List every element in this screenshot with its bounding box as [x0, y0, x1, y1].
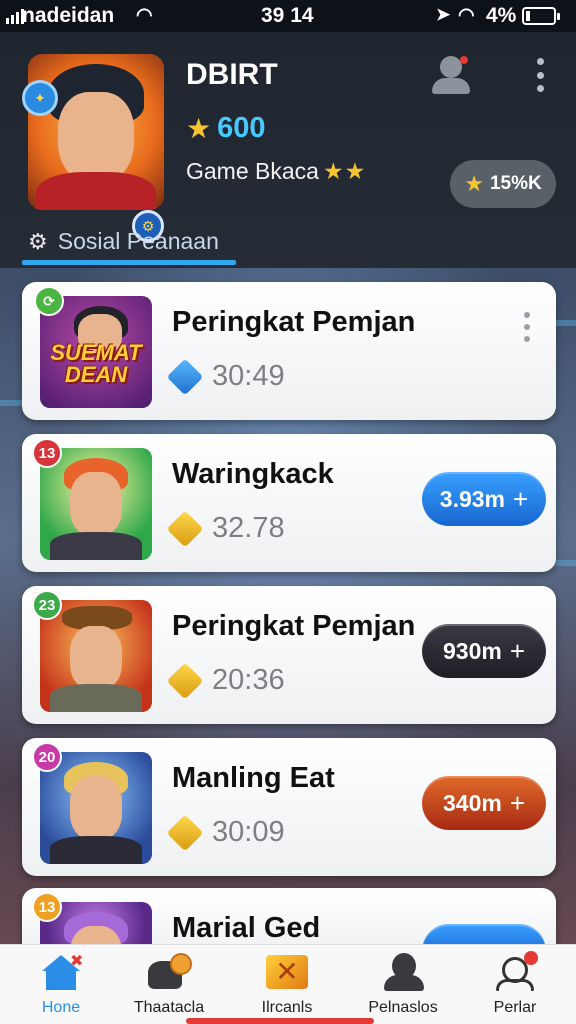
boost-button[interactable]: ★ 15%K	[450, 160, 556, 208]
battle-icon	[146, 951, 192, 993]
nav-label: Hone	[41, 999, 81, 1016]
item-meta: 20:36	[166, 662, 285, 699]
trophy-icon: ✕	[264, 951, 310, 993]
friends-icon[interactable]	[432, 56, 470, 96]
rank-badge: 20	[32, 742, 62, 772]
nav-label: Perlar	[493, 999, 537, 1016]
item-meta: 30:09	[166, 814, 285, 851]
username: DBIRT	[186, 58, 278, 91]
plus-icon: +	[513, 483, 529, 514]
tab-indicator	[22, 260, 236, 265]
star-icon: ★	[464, 171, 484, 196]
home-indicator	[186, 1018, 374, 1024]
button-label: 930m	[442, 637, 502, 664]
gear-icon: ⚙	[28, 228, 48, 254]
thumbnail-title: SUEMAT DEAN	[50, 340, 142, 387]
level-badge-icon: ✦	[22, 80, 58, 116]
game-thumbnail	[40, 752, 152, 864]
rank-stars-icon: ★★	[322, 158, 367, 184]
item-title: Peringkat Pemjan	[172, 610, 416, 642]
plus-icon: +	[509, 787, 525, 818]
wifi-icon: ◠	[458, 5, 475, 26]
join-button[interactable]: 930m +	[422, 624, 546, 678]
rank-badge: 23	[32, 590, 62, 620]
item-value: 30:49	[212, 360, 285, 392]
item-title: Peringkat Pemjan	[172, 306, 416, 338]
chat-icon: ⟳	[34, 286, 64, 316]
item-title: Waringkack	[172, 458, 334, 490]
star-icon: ★	[186, 113, 212, 144]
coin-balance: ★ 600	[186, 112, 266, 145]
coin-value: 600	[217, 112, 266, 144]
boost-value: 15%K	[489, 173, 542, 194]
item-value: 20:36	[212, 664, 285, 696]
list-item[interactable]: 23 Peringkat Pemjan 20:36 930m +	[22, 586, 556, 724]
coin-icon	[166, 510, 204, 547]
game-thumbnail	[40, 448, 152, 560]
status-bar: nadeidan ◠ 39 14 ➤ ◠ 4%	[0, 0, 576, 32]
list-item[interactable]: SUEMAT DEAN ⟳ Peringkat Pemjan 30:49	[22, 282, 556, 420]
nav-home[interactable]: ✖ Hone	[6, 951, 116, 1017]
rank-badge: 13	[32, 892, 62, 922]
item-title: Manling Eat	[172, 762, 335, 794]
nav-battle[interactable]: Thaatacla	[114, 951, 224, 1017]
item-menu-icon[interactable]	[522, 312, 532, 342]
item-value: 30:09	[212, 816, 285, 848]
nav-label: Thaatacla	[133, 999, 205, 1016]
battery-percent: 4%	[486, 4, 517, 27]
tab-label: Sosial Peanaan	[57, 228, 219, 254]
nav-label: Ilrcanls	[261, 999, 313, 1016]
battery-icon	[522, 7, 560, 25]
nav-tournaments[interactable]: ✕ Ilrcanls	[232, 951, 342, 1017]
profile-icon	[380, 951, 426, 993]
wifi-icon: ◠	[136, 5, 153, 26]
player-icon	[492, 951, 538, 993]
nav-personal[interactable]: Pelnaslos	[348, 951, 458, 1017]
item-meta: 30:49	[166, 358, 285, 395]
rank-label: Game Bkaca ★★	[186, 158, 366, 185]
join-button[interactable]: 340m +	[422, 776, 546, 830]
nav-player[interactable]: Perlar	[460, 951, 570, 1017]
clock: 39 14	[261, 4, 314, 27]
nav-label: Pelnaslos	[368, 999, 438, 1016]
avatar[interactable]	[28, 54, 164, 210]
button-label: 3.93m	[439, 485, 506, 512]
profile-header: ✦ ⚙ DBIRT ★ 600 Game Bkaca ★★ ★ 15%K ⚙ S…	[0, 32, 576, 268]
item-value: 32.78	[212, 512, 285, 544]
button-label: 340m	[442, 789, 502, 816]
bottom-navigation: ✖ Hone Thaatacla ✕ Ilrcanls Pelnaslos Pe…	[0, 944, 576, 1024]
item-title: Marial Ged	[172, 912, 321, 944]
list-item[interactable]: 13 Waringkack 32.78 3.93m +	[22, 434, 556, 572]
rank-badge: 13	[32, 438, 62, 468]
rank-text: Game Bkaca	[186, 158, 319, 184]
more-menu-icon[interactable]	[528, 58, 552, 92]
game-thumbnail	[40, 600, 152, 712]
carrier-name: nadeidan	[22, 4, 115, 27]
coin-icon	[166, 814, 204, 851]
tab-social[interactable]: ⚙ Sosial Peanaan	[28, 228, 219, 255]
item-meta: 32.78	[166, 510, 285, 547]
coin-icon	[166, 662, 204, 699]
gem-icon	[166, 358, 204, 395]
join-button[interactable]: 3.93m +	[422, 472, 546, 526]
list-item[interactable]: 20 Manling Eat 30:09 340m +	[22, 738, 556, 876]
location-icon: ➤	[436, 5, 451, 24]
plus-icon: +	[509, 635, 525, 666]
home-icon: ✖	[38, 951, 84, 993]
